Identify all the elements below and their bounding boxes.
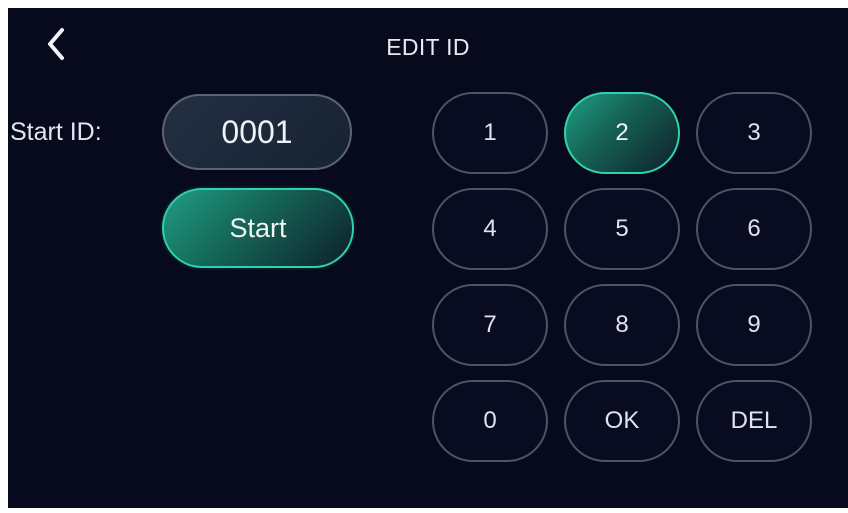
start-id-label: Start ID: [10, 118, 102, 146]
key-ok[interactable]: OK [564, 380, 680, 462]
key-del[interactable]: DEL [696, 380, 812, 462]
key-4[interactable]: 4 [432, 188, 548, 270]
key-7[interactable]: 7 [432, 284, 548, 366]
key-0[interactable]: 0 [432, 380, 548, 462]
key-5[interactable]: 5 [564, 188, 680, 270]
start-id-field[interactable]: 0001 [162, 94, 352, 170]
start-button[interactable]: Start [162, 188, 354, 268]
key-3[interactable]: 3 [696, 92, 812, 174]
key-2[interactable]: 2 [564, 92, 680, 174]
key-9[interactable]: 9 [696, 284, 812, 366]
page-title: EDIT ID [386, 34, 470, 60]
edit-id-screen: EDIT ID Start ID: 0001 Start 1 2 3 4 5 6… [8, 8, 848, 508]
key-6[interactable]: 6 [696, 188, 812, 270]
numeric-keypad: 1 2 3 4 5 6 7 8 9 0 OK DEL [432, 92, 816, 462]
key-1[interactable]: 1 [432, 92, 548, 174]
key-8[interactable]: 8 [564, 284, 680, 366]
